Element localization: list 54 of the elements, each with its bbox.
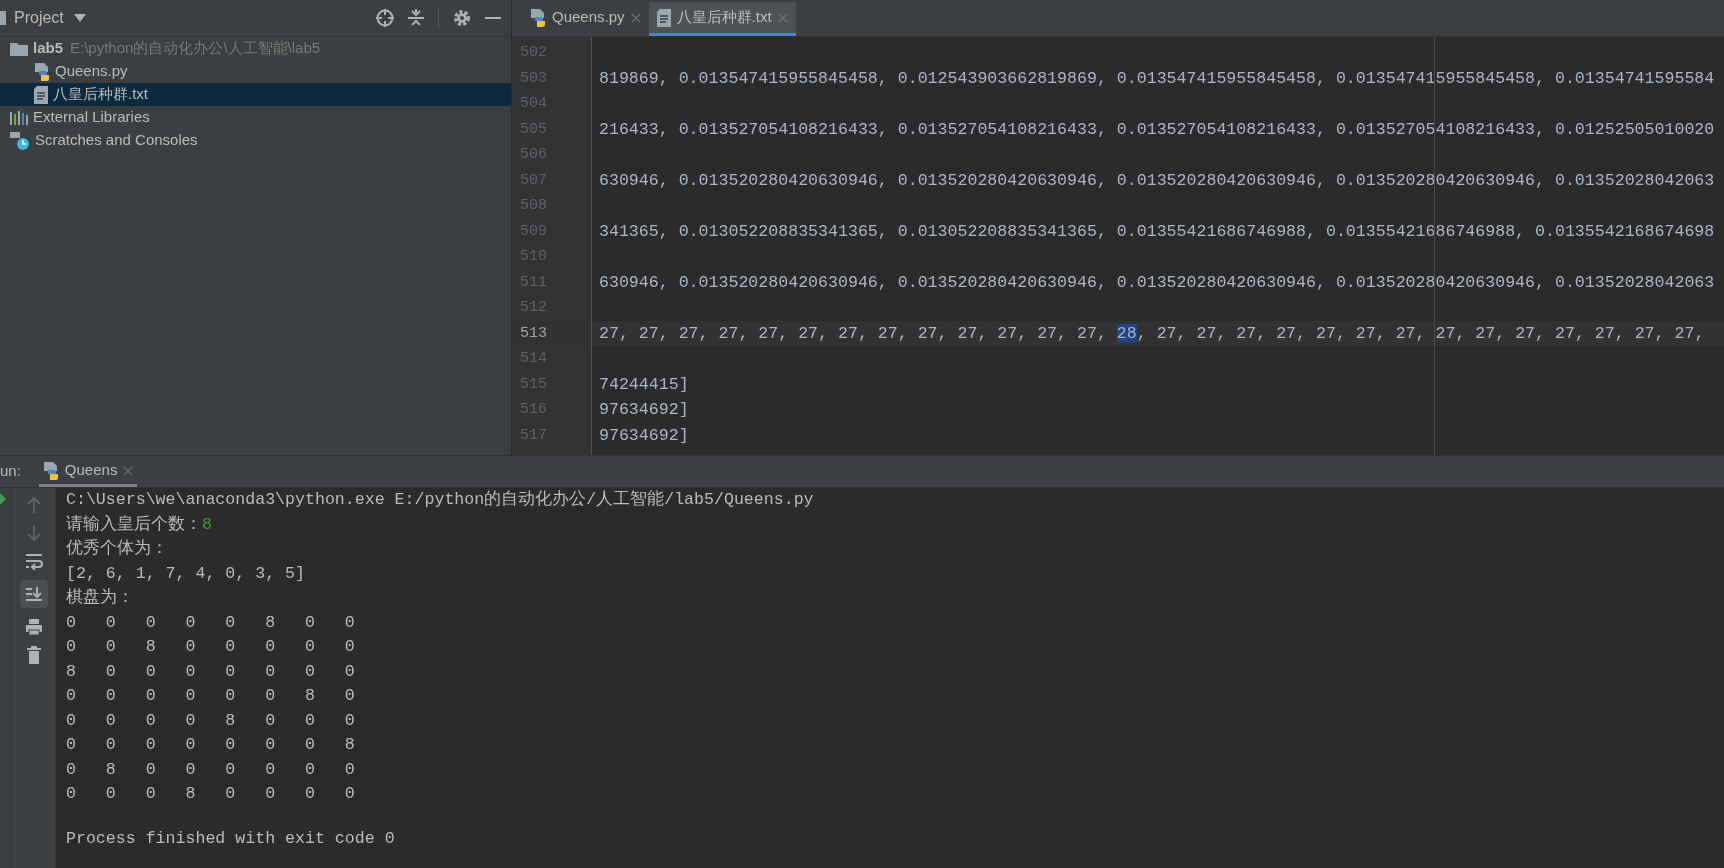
settings-icon[interactable] xyxy=(453,9,471,27)
folder-icon xyxy=(10,41,28,56)
code-line: 97634692] xyxy=(599,424,689,447)
console-text: 0 0 0 0 0 0 8 0 xyxy=(66,685,355,707)
console-text: C:\Users\we\anaconda3\python.exe E:/python的自动化办公/人工智能/lab5/Queens.py xyxy=(66,489,814,511)
python-file-icon xyxy=(34,62,50,81)
code-line: 341365, 0.013052208835341365, 0.013052208835341365, 0.01355421686746988, 0.01355421686746988, 0.0135542168674698 xyxy=(599,220,1715,243)
libraries-icon xyxy=(10,110,28,125)
console-text: 0 0 0 0 0 8 0 0 xyxy=(66,611,355,634)
python-file-icon xyxy=(530,8,546,27)
trash-icon[interactable] xyxy=(25,646,42,664)
tree-item[interactable]: Queens.py xyxy=(0,60,511,83)
code-line: 630946, 0.013520280420630946, 0.013520280420630946, 0.013520280420630946, 0.013520280420630946, 0.01352028042063 xyxy=(599,169,1715,192)
panel-label: un: xyxy=(0,461,21,482)
folder-name: lab5 xyxy=(33,38,63,59)
code-line: 74244415] xyxy=(599,373,689,396)
panel-title: Project xyxy=(14,8,64,28)
console-text: 8 0 0 0 0 0 0 0 xyxy=(66,660,355,683)
editor-tab[interactable]: Queens.py xyxy=(522,2,649,36)
line-number: 513 xyxy=(520,324,547,342)
code-line: 630946, 0.013520280420630946, 0.013520280420630946, 0.013520280420630946, 0.013520280420630946, 0.01352028042063 xyxy=(599,271,1715,294)
console-text: 0 0 0 0 0 0 0 8 xyxy=(66,734,355,756)
code-line: 97634692] xyxy=(599,399,689,421)
run-icon[interactable] xyxy=(0,493,6,505)
console-text: [2, 6, 1, 7, 4, 0, 3, 5] xyxy=(66,562,305,585)
code-line: 216433, 0.013527054108216433, 0.013527054108216433, 0.013527054108216433, 0.013527054108216433, 0.01252505010020 xyxy=(599,118,1715,141)
console-text: 0 0 0 0 8 0 0 0 xyxy=(66,709,355,732)
tree-item[interactable]: Scratches and Consoles xyxy=(0,129,511,152)
dropdown-caret-icon[interactable] xyxy=(73,14,86,22)
scroll-to-end-icon xyxy=(24,586,43,602)
console-text: 请输入皇后个数： xyxy=(66,513,202,536)
project-view-icon xyxy=(0,11,6,25)
print-icon[interactable] xyxy=(24,618,43,636)
typed-value: 8 xyxy=(202,513,212,536)
python-file-icon xyxy=(42,461,59,480)
console-text: 0 8 0 0 0 0 0 0 xyxy=(66,758,355,781)
code-line: 27, 27, 27, 27, 27, 27, 27, 27, 27, 27, 27, 27, 27, 28, 27, 27, 27, 27, 27, 27, 27, 27, 27, 27, 27, 27, 27, 27, xyxy=(599,322,1705,345)
scroll-to-end-button[interactable] xyxy=(19,580,48,608)
console-text: 0 0 0 8 0 0 0 0 xyxy=(66,783,355,805)
console-text: 棋盘为： xyxy=(66,587,134,609)
console-text: 0 0 8 0 0 0 0 0 xyxy=(66,636,355,658)
text-file-icon xyxy=(34,85,48,104)
collapse-all-icon[interactable] xyxy=(408,9,424,27)
scratch-clock-icon xyxy=(10,131,30,150)
editor-tab[interactable]: 八皇后种群.txt xyxy=(648,2,796,36)
soft-wrap-icon[interactable] xyxy=(23,552,44,570)
run-tab[interactable]: Queens xyxy=(38,457,138,487)
code-line: 819869, 0.013547415955845458, 0.012543903662819869, 0.013547415955845458, 0.013547415955845458, 0.01354741595584 xyxy=(599,67,1715,90)
tree-item[interactable]: 八皇后种群.txt xyxy=(0,83,511,106)
text-file-icon xyxy=(656,8,671,27)
console-text: 优秀个体为： xyxy=(66,538,168,560)
locate-icon[interactable] xyxy=(376,9,394,27)
tree-item[interactable]: External Libraries xyxy=(0,106,511,129)
console-text: Process finished with exit code 0 xyxy=(66,827,395,850)
